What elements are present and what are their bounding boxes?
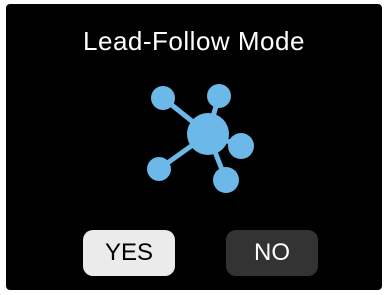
- yes-button[interactable]: YES: [83, 230, 175, 276]
- network-hub-icon: [138, 78, 254, 194]
- dialog-screen: Lead-Follow Mode YES NO: [6, 4, 382, 290]
- no-button[interactable]: NO: [226, 230, 318, 276]
- dialog-title: Lead-Follow Mode: [83, 26, 305, 56]
